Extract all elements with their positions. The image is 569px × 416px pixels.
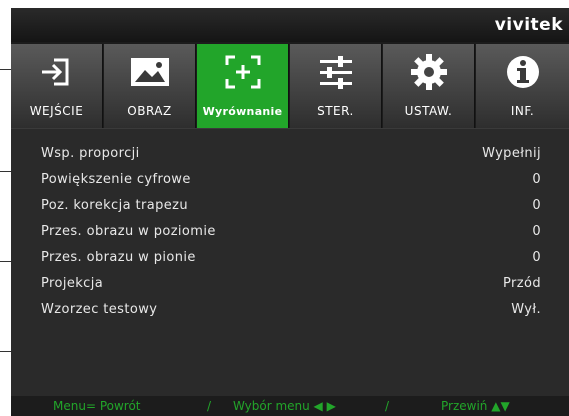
info-icon	[476, 52, 569, 92]
gear-icon	[383, 52, 474, 92]
osd-menu: vivitek WEJŚCIE OBRAZ Wyrównanie STER. U…	[11, 8, 569, 416]
menu-item-v-shift[interactable]: Przes. obrazu w pionie 0	[11, 245, 569, 271]
hint-select: Wybór menu ◀ ▶	[233, 399, 336, 413]
tab-wejscie[interactable]: WEJŚCIE	[11, 44, 103, 128]
callout-line	[0, 69, 11, 70]
sliders-icon	[290, 52, 381, 92]
tab-label: USTAW.	[404, 104, 453, 118]
menu-item-label: Poz. korekcja trapezu	[41, 198, 189, 213]
image-icon	[104, 52, 195, 92]
menu-item-value: 0	[532, 198, 541, 213]
menu-item-digital-zoom[interactable]: Powiększenie cyfrowe 0	[11, 167, 569, 193]
menu-item-label: Projekcja	[41, 276, 104, 291]
align-icon	[197, 52, 288, 92]
footer-hints: Menu= Powrót / Wybór menu ◀ ▶ / Przewiń …	[11, 396, 569, 416]
callout-line	[0, 261, 11, 262]
tab-ustaw[interactable]: USTAW.	[383, 44, 475, 128]
menu-item-label: Przes. obrazu w pionie	[41, 250, 196, 265]
menu-item-label: Powiększenie cyfrowe	[41, 172, 191, 187]
hint-back: Menu= Powrót	[53, 399, 141, 413]
menu-item-value: Wył.	[511, 302, 541, 317]
top-bar: vivitek	[11, 8, 569, 42]
menu-item-label: Wzorzec testowy	[41, 302, 158, 317]
menu-item-label: Przes. obrazu w poziomie	[41, 224, 216, 239]
tab-label: OBRAZ	[127, 104, 172, 118]
callout-line	[0, 351, 11, 352]
menu-item-h-shift[interactable]: Przes. obrazu w poziomie 0	[11, 219, 569, 245]
menu-item-label: Wsp. proporcji	[41, 146, 140, 161]
menu-item-aspect-ratio[interactable]: Wsp. proporcji Wypełnij	[11, 141, 569, 167]
tab-label: Wyrównanie	[202, 105, 283, 118]
vivitek-logo: vivitek	[494, 15, 563, 35]
tab-label: WEJŚCIE	[29, 104, 84, 118]
hint-separator: /	[207, 399, 212, 413]
input-arrow-icon	[11, 52, 102, 92]
menu-item-value: Wypełnij	[482, 146, 541, 161]
hint-scroll: Przewiń ▲▼	[441, 399, 510, 413]
menu-item-test-pattern[interactable]: Wzorzec testowy Wył.	[11, 297, 569, 323]
callout-line	[0, 171, 11, 172]
tab-label: STER.	[317, 104, 354, 118]
menu-item-value: 0	[532, 172, 541, 187]
tab-obraz[interactable]: OBRAZ	[104, 44, 196, 128]
menu-item-value: 0	[532, 224, 541, 239]
tab-wyrownanie[interactable]: Wyrównanie	[197, 44, 289, 128]
tab-label: INF.	[510, 104, 535, 118]
menu-item-value: 0	[532, 250, 541, 265]
menu-item-projection[interactable]: Projekcja Przód	[11, 271, 569, 297]
menu-item-keystone[interactable]: Poz. korekcja trapezu 0	[11, 193, 569, 219]
menu-item-value: Przód	[503, 276, 541, 291]
tab-bar: WEJŚCIE OBRAZ Wyrównanie STER. USTAW. IN…	[11, 44, 569, 128]
menu-panel: Wsp. proporcji Wypełnij Powiększenie cyf…	[11, 128, 569, 397]
tab-inf[interactable]: INF.	[476, 44, 569, 128]
hint-separator: /	[385, 399, 390, 413]
tab-ster[interactable]: STER.	[290, 44, 382, 128]
